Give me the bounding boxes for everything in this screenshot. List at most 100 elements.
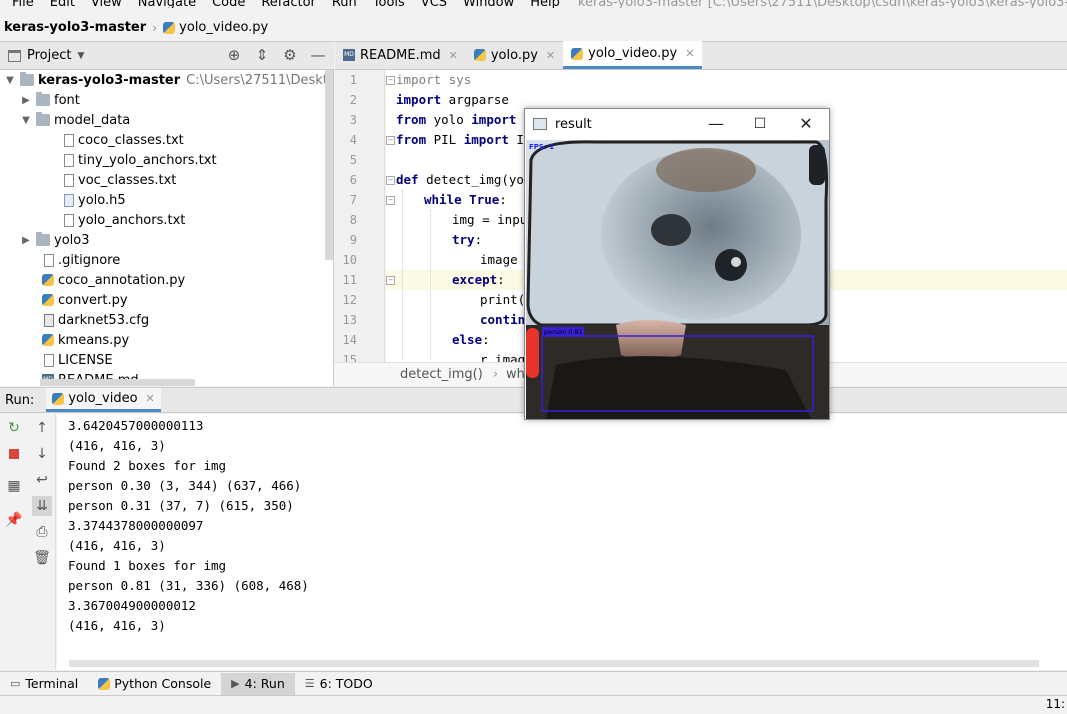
editor-tabs: MD README.md ✕ yolo.py ✕ yolo_video.py ✕	[335, 41, 1067, 70]
tab-run[interactable]: ▶ 4: Run	[221, 672, 295, 695]
locate-icon[interactable]: ⊕	[224, 46, 244, 64]
trash-icon[interactable]: 🗑	[32, 548, 52, 568]
console-line: 3.3744378000000097	[68, 518, 204, 533]
console-horizontal-scrollbar[interactable]	[69, 660, 1039, 667]
text-file-icon	[64, 173, 74, 187]
tab-yolo-video-py[interactable]: yolo_video.py ✕	[563, 41, 703, 69]
bottom-tab-label: 6: TODO	[319, 676, 373, 691]
tree-item-font[interactable]: ▶ font	[20, 90, 80, 110]
close-icon[interactable]: ✕	[546, 49, 555, 62]
fold-marker-icon[interactable]: −	[386, 276, 395, 285]
close-icon[interactable]: ✕	[685, 47, 694, 60]
tree-item-kmeans[interactable]: kmeans.py	[42, 330, 129, 350]
chevron-down-icon[interactable]: ▼	[20, 115, 32, 126]
tree-item-coco-classes[interactable]: coco_classes.txt	[62, 130, 184, 150]
tree-item-darknet53[interactable]: darknet53.cfg	[42, 310, 149, 330]
line-number: 6	[349, 173, 357, 187]
menu-tools[interactable]: Tools	[373, 0, 405, 8]
code-text: detect_img(yolo	[418, 172, 539, 187]
tree-horizontal-scrollbar[interactable]	[40, 379, 195, 386]
fold-marker-icon[interactable]: −	[386, 196, 395, 205]
chevron-down-icon[interactable]: ▼	[77, 51, 84, 61]
terminal-icon: ▭	[10, 677, 21, 690]
tree-item-convert[interactable]: convert.py	[42, 290, 128, 310]
tree-item-license[interactable]: LICENSE	[42, 350, 113, 370]
result-window-titlebar[interactable]: result — ☐ ✕	[525, 109, 829, 139]
rerun-icon[interactable]: ↻	[4, 418, 24, 438]
tab-todo[interactable]: ☰ 6: TODO	[295, 673, 383, 695]
nav-project[interactable]: keras-yolo3-master	[4, 20, 146, 35]
soft-wrap-icon[interactable]: ↩	[32, 470, 52, 490]
code-text: yolo	[426, 112, 472, 127]
python-file-icon	[42, 274, 54, 286]
tab-yolo-py[interactable]: yolo.py ✕	[466, 41, 563, 69]
run-tab-yolo-video[interactable]: yolo_video ✕	[46, 388, 161, 412]
pin-icon[interactable]: 📌	[4, 510, 24, 530]
tab-readme[interactable]: MD README.md ✕	[335, 41, 466, 69]
tree-item-yolo3[interactable]: ▶ yolo3	[20, 230, 89, 250]
minimize-panel-icon[interactable]: —	[308, 46, 328, 64]
fold-marker-icon[interactable]: −	[386, 136, 395, 145]
caret-position[interactable]: 11:	[1046, 697, 1065, 711]
console-line: 3.367004900000012	[68, 598, 196, 613]
tree-item-yolo-anchors[interactable]: yolo_anchors.txt	[62, 210, 185, 230]
tree-item-label: kmeans.py	[58, 332, 130, 348]
console-line: person 0.31 (37, 7) (615, 350)	[68, 498, 294, 513]
fold-marker-icon[interactable]: −	[386, 176, 395, 185]
code-text: print(	[480, 292, 526, 307]
tab-python-console[interactable]: Python Console	[88, 673, 221, 695]
pug-forehead	[656, 148, 756, 192]
tree-item-label: .gitignore	[58, 252, 121, 268]
scroll-to-end-icon[interactable]: ⇊	[32, 496, 52, 516]
tab-terminal[interactable]: ▭ Terminal	[0, 673, 88, 695]
print-icon[interactable]: ⎙	[32, 522, 52, 542]
close-icon[interactable]: ✕	[449, 49, 458, 62]
chevron-right-icon[interactable]: ▶	[20, 235, 32, 246]
tree-item-voc-classes[interactable]: voc_classes.txt	[62, 170, 176, 190]
menu-refactor[interactable]: Refactor	[261, 0, 316, 8]
collapse-all-icon[interactable]: ⇕	[252, 46, 272, 64]
menu-file[interactable]: File	[12, 0, 34, 8]
minimize-button[interactable]: —	[701, 113, 731, 135]
menu-run[interactable]: Run	[332, 0, 357, 8]
chevron-right-icon[interactable]: ▶	[20, 95, 32, 106]
arrow-down-icon[interactable]: ↓	[32, 444, 52, 464]
fold-marker-icon[interactable]: −	[386, 76, 395, 85]
editor-gutter: 1 2 3 4 5 6 7 8 9 10 11 12 13 14 15	[335, 70, 385, 367]
tree-root[interactable]: ▼ keras-yolo3-master C:\Users\27511\Desk…	[4, 70, 333, 90]
nav-file[interactable]: yolo_video.py	[179, 20, 268, 35]
tree-item-tiny-yolo-anchors[interactable]: tiny_yolo_anchors.txt	[62, 150, 217, 170]
menu-vcs[interactable]: VCS	[421, 0, 447, 8]
tree-item-gitignore[interactable]: .gitignore	[42, 250, 120, 270]
code-line: try:	[452, 230, 482, 250]
code-line: def detect_img(yolo	[396, 170, 539, 190]
maximize-button[interactable]: ☐	[745, 113, 775, 135]
tree-vertical-scrollbar[interactable]	[325, 70, 333, 260]
menu-edit[interactable]: Edit	[50, 0, 75, 8]
tree-item-coco-annotation[interactable]: coco_annotation.py	[42, 270, 185, 290]
stop-icon[interactable]	[4, 444, 24, 464]
project-panel-title[interactable]: Project	[27, 48, 71, 63]
menu-view[interactable]: View	[91, 0, 122, 8]
menu-navigate[interactable]: Navigate	[138, 0, 196, 8]
code-keyword: try	[452, 232, 475, 247]
tree-item-label: voc_classes.txt	[78, 172, 177, 188]
run-console[interactable]: 3.6420457000000113 (416, 416, 3) Found 2…	[57, 414, 1067, 670]
menu-bar: File Edit View Navigate Code Refactor Ru…	[0, 0, 1067, 8]
chevron-down-icon[interactable]: ▼	[4, 75, 16, 86]
tree-item-model-data[interactable]: ▼ model_data	[20, 110, 130, 130]
bottom-tab-label: Terminal	[25, 676, 79, 691]
close-button[interactable]: ✕	[791, 113, 821, 135]
layout-icon[interactable]: ▦	[4, 476, 24, 496]
result-window[interactable]: result — ☐ ✕ person 0.81 FPS: 1	[524, 108, 830, 420]
menu-window[interactable]: Window	[463, 0, 514, 8]
close-icon[interactable]: ✕	[146, 392, 155, 405]
menu-code[interactable]: Code	[212, 0, 245, 8]
menu-help[interactable]: Help	[530, 0, 560, 8]
project-tree: ▼ keras-yolo3-master C:\Users\27511\Desk…	[0, 70, 334, 386]
tool-window-bar: ▭ Terminal Python Console ▶ 4: Run ☰ 6: …	[0, 671, 1067, 695]
arrow-up-icon[interactable]: ↑	[32, 418, 52, 438]
tree-item-yolo-h5[interactable]: yolo.h5	[62, 190, 126, 210]
breadcrumb-function[interactable]: detect_img()	[400, 367, 483, 382]
gear-icon[interactable]: ⚙	[280, 46, 300, 64]
